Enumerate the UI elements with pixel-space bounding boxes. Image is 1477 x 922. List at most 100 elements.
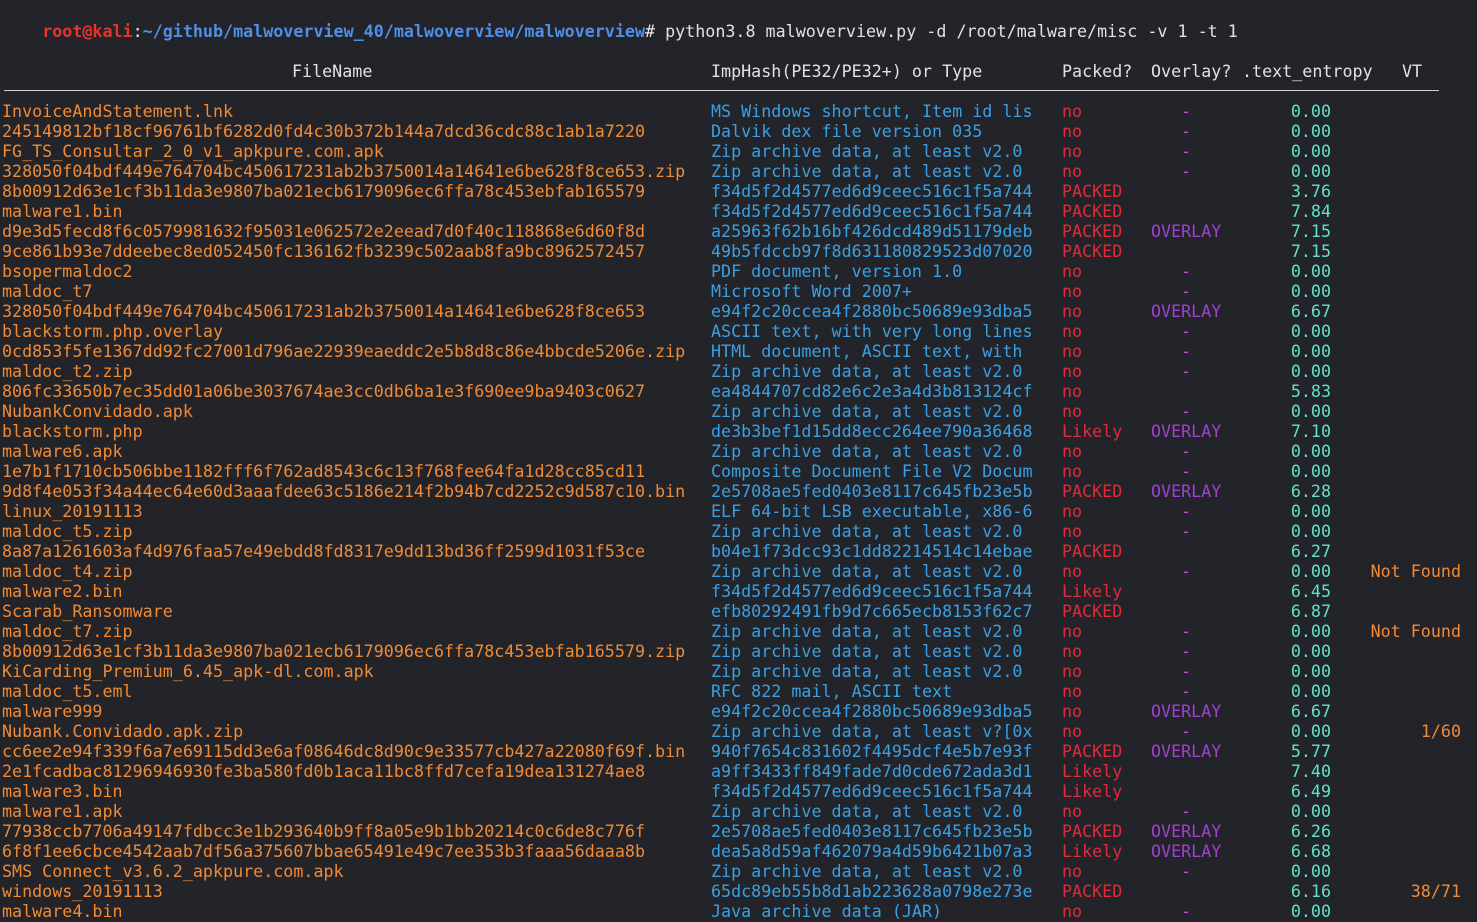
cell-packed: no (1062, 381, 1083, 401)
cell-vt (1346, 601, 1461, 621)
cell-entropy: 0.00 (1290, 681, 1331, 701)
cell-overlay: - (1180, 361, 1192, 381)
cell-entropy: 0.00 (1290, 561, 1331, 581)
cell-packed: no (1062, 621, 1083, 641)
cell-type: dea5a8d59af462079a4d59b6421b07a3 (711, 841, 1033, 861)
cell-entropy: 0.00 (1290, 441, 1331, 461)
cell-vt (1346, 221, 1461, 241)
cell-packed: Likely (1062, 841, 1123, 861)
cell-type: f34d5f2d4577ed6d9ceec516c1f5a744 (711, 201, 1033, 221)
cell-overlay: - (1180, 281, 1192, 301)
cell-overlay: - (1180, 501, 1192, 521)
cell-overlay: OVERLAY (1151, 481, 1222, 501)
cell-type: b04e1f73dcc93c1dd82214514c14ebae (711, 541, 1033, 561)
cell-entropy: 0.00 (1290, 141, 1331, 161)
cell-entropy: 6.68 (1290, 841, 1331, 861)
cell-overlay: - (1180, 621, 1192, 641)
cell-filename: 8b00912d63e1cf3b11da3e9807ba021ecb617909… (2, 641, 686, 661)
cell-packed: no (1062, 401, 1083, 421)
cell-overlay (1151, 581, 1221, 601)
cell-type: 65dc89eb55b8d1ab223628a0798e273e (711, 881, 1033, 901)
cell-entropy: 0.00 (1290, 501, 1331, 521)
cell-filename: blackstorm.php.overlay (2, 321, 224, 341)
cell-vt: Not Found (1370, 621, 1461, 641)
cell-entropy: 0.00 (1290, 101, 1331, 121)
cell-packed: no (1062, 281, 1083, 301)
cell-overlay: - (1180, 561, 1192, 581)
cell-entropy: 0.00 (1290, 261, 1331, 281)
cell-overlay: - (1180, 321, 1192, 341)
cell-vt (1346, 301, 1461, 321)
cell-vt (1346, 341, 1461, 361)
cell-entropy: 0.00 (1290, 161, 1331, 181)
cell-type: ELF 64-bit LSB executable, x86-6 (711, 501, 1033, 521)
cell-filename: malware2.bin (2, 581, 123, 601)
cell-packed: no (1062, 361, 1083, 381)
terminal-window[interactable]: root@kali:~/github/malwoverview_40/malwo… (0, 0, 1477, 922)
header-filename: FileName (292, 61, 373, 81)
cell-entropy: 6.28 (1290, 481, 1331, 501)
cell-entropy: 7.10 (1290, 421, 1331, 441)
cell-packed: Likely (1062, 781, 1123, 801)
cell-packed: no (1062, 341, 1083, 361)
cell-entropy: 7.40 (1290, 761, 1331, 781)
cell-vt (1346, 901, 1461, 921)
cell-packed: PACKED (1062, 181, 1123, 201)
cell-type: Microsoft Word 2007+ (711, 281, 912, 301)
cell-packed: no (1062, 441, 1083, 461)
cell-entropy: 7.15 (1290, 221, 1331, 241)
header-vt: VT (1402, 61, 1423, 81)
cell-overlay: - (1180, 661, 1192, 681)
cell-overlay: OVERLAY (1151, 841, 1222, 861)
cell-type: MS Windows shortcut, Item id lis (711, 101, 1033, 121)
cell-type: Zip archive data, at least v2.0 (711, 621, 1023, 641)
cell-type: HTML document, ASCII text, with (711, 341, 1023, 361)
cell-overlay: - (1180, 141, 1192, 161)
cell-filename: InvoiceAndStatement.lnk (2, 101, 234, 121)
cell-entropy: 0.00 (1290, 521, 1331, 541)
header-overlay: Overlay? (1151, 61, 1232, 81)
cell-overlay: - (1180, 901, 1192, 921)
cell-vt (1346, 121, 1461, 141)
cell-type: Zip archive data, at least v2.0 (711, 561, 1023, 581)
cell-overlay (1151, 541, 1221, 561)
cell-type: Zip archive data, at least v2.0 (711, 641, 1023, 661)
cell-overlay: - (1180, 641, 1192, 661)
cell-filename: windows_20191113 (2, 881, 163, 901)
cell-packed: no (1062, 901, 1083, 921)
cell-filename: 328050f04bdf449e764704bc450617231ab2b375… (2, 301, 645, 321)
cell-filename: maldoc_t2.zip (2, 361, 133, 381)
cell-filename: malware1.apk (2, 801, 123, 821)
cell-packed: no (1062, 521, 1083, 541)
cell-vt (1346, 541, 1461, 561)
cell-entropy: 0.00 (1290, 361, 1331, 381)
cell-type: Zip archive data, at least v2.0 (711, 161, 1023, 181)
cell-overlay: - (1180, 801, 1192, 821)
cell-packed: no (1062, 501, 1083, 521)
cell-filename: 806fc33650b7ec35dd01a06be3037674ae3cc0db… (2, 381, 645, 401)
cell-entropy: 7.84 (1290, 201, 1331, 221)
cell-type: PDF document, version 1.0 (711, 261, 963, 281)
cell-vt (1346, 741, 1461, 761)
cell-entropy: 6.27 (1290, 541, 1331, 561)
cell-packed: no (1062, 641, 1083, 661)
cell-type: Zip archive data, at least v2.0 (711, 441, 1023, 461)
cell-type: Zip archive data, at least v2.0 (711, 141, 1023, 161)
cell-vt (1346, 781, 1461, 801)
cell-overlay: OVERLAY (1151, 421, 1222, 441)
cell-entropy: 0.00 (1290, 121, 1331, 141)
cell-vt (1346, 801, 1461, 821)
cell-entropy: 0.00 (1290, 801, 1331, 821)
cell-packed: PACKED (1062, 541, 1123, 561)
cell-packed: PACKED (1062, 821, 1123, 841)
cell-overlay (1151, 181, 1221, 201)
cell-overlay: - (1180, 261, 1192, 281)
cell-overlay (1151, 601, 1221, 621)
cell-packed: no (1062, 101, 1083, 121)
cell-overlay: - (1180, 861, 1192, 881)
cell-overlay: - (1180, 721, 1192, 741)
cell-filename: malware6.apk (2, 441, 123, 461)
cell-filename: malware4.bin (2, 901, 123, 921)
cell-overlay: - (1180, 101, 1192, 121)
cell-overlay (1151, 381, 1221, 401)
